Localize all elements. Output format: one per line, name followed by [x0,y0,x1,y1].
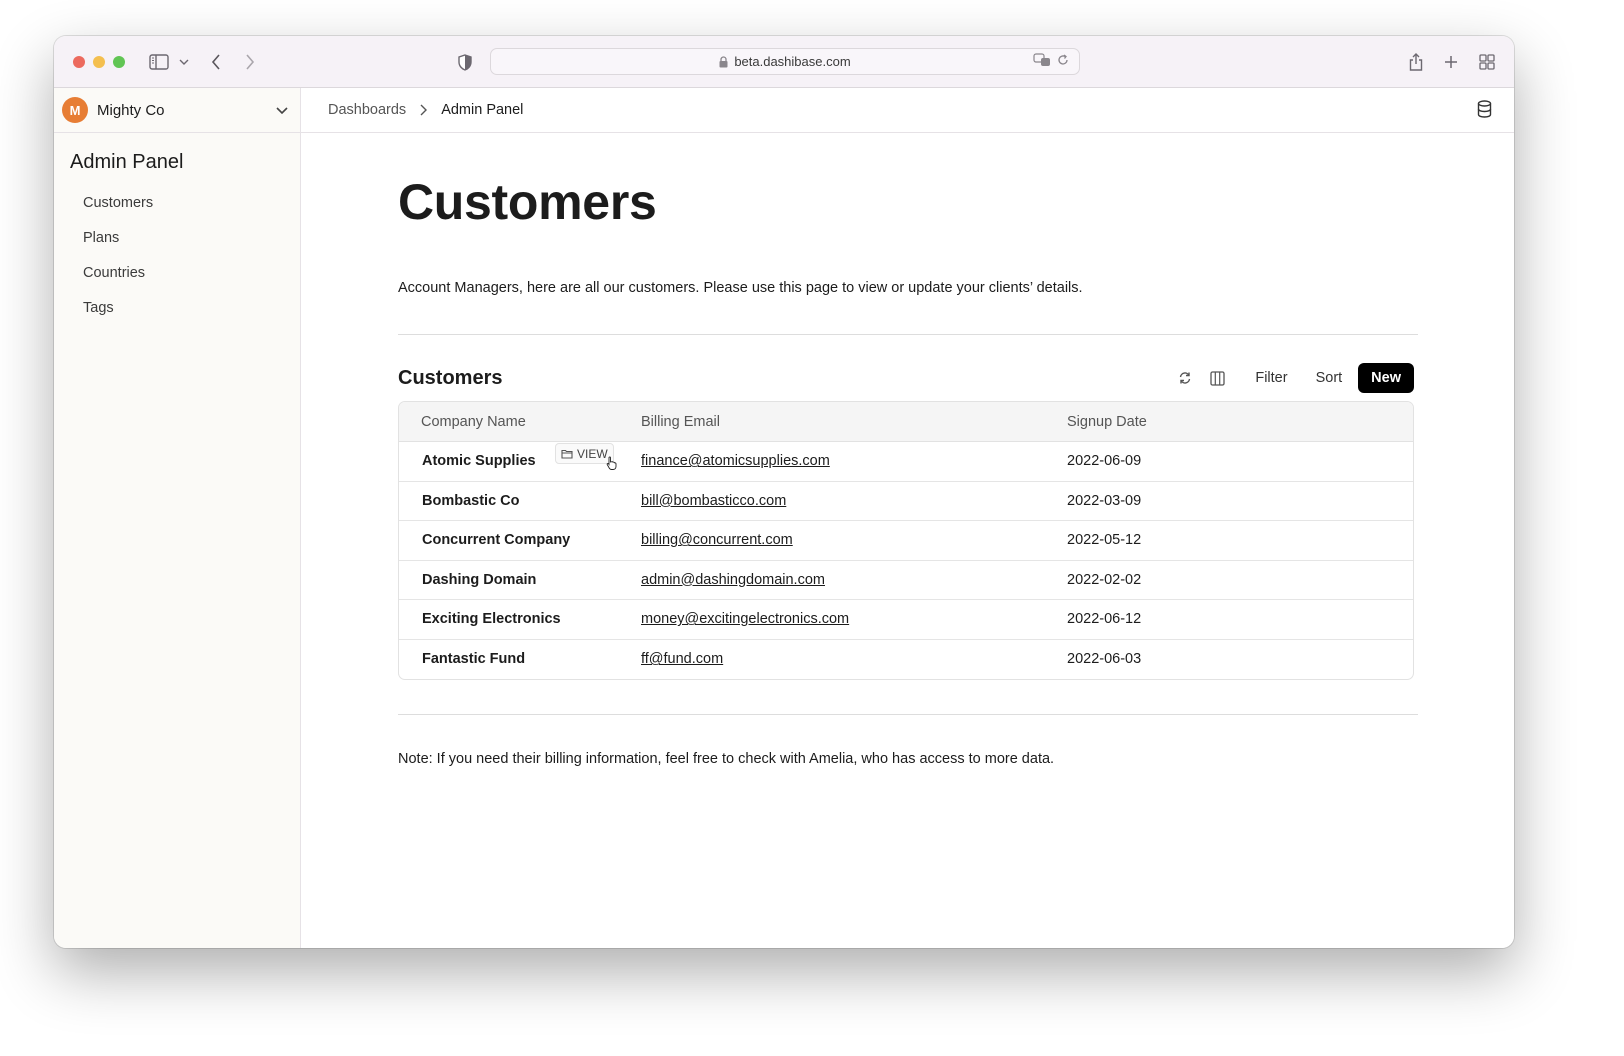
column-header-signup-date[interactable]: Signup Date [1067,414,1413,430]
chevron-down-icon[interactable] [276,106,288,114]
view-label: VIEW [577,446,608,461]
billing-email-link[interactable]: ff@fund.com [641,651,723,667]
sidebar-item-plans[interactable]: Plans [54,221,300,256]
customers-table: Company Name Billing Email Signup Date A… [398,401,1414,680]
folder-icon [561,449,573,459]
main-content: Dashboards Admin Panel Customers Account… [301,88,1514,948]
view-record-button[interactable]: VIEW [555,443,614,465]
signup-date: 2022-03-09 [1067,492,1142,509]
signup-date: 2022-06-09 [1067,453,1142,470]
chevron-down-icon[interactable] [178,50,190,74]
billing-email-link[interactable]: finance@atomicsupplies.com [641,453,830,469]
chevron-right-icon [420,104,428,116]
browser-toolbar: beta.dashibase.com [54,36,1514,88]
privacy-shield-icon[interactable] [457,50,473,74]
columns-icon[interactable] [1210,370,1225,386]
divider [398,714,1418,715]
workspace-avatar: M [62,97,88,123]
new-button[interactable]: New [1358,363,1414,393]
table-row[interactable]: Concurrent Company billing@concurrent.co… [399,521,1413,561]
table-row[interactable]: Atomic Supplies VIEW finance@atomicsuppl… [399,442,1413,482]
sort-button[interactable]: Sort [1316,370,1343,386]
company-name: Exciting Electronics [422,611,561,628]
table-row[interactable]: Exciting Electronics money@excitingelect… [399,600,1413,640]
new-tab-icon[interactable] [1443,50,1459,74]
url-text: beta.dashibase.com [734,54,851,69]
back-icon[interactable] [209,50,223,74]
table-toolbar: Filter Sort New [1160,363,1414,393]
column-header-email[interactable]: Billing Email [641,414,1067,430]
address-bar[interactable]: beta.dashibase.com [490,48,1080,75]
page-content: Customers Account Managers, here are all… [398,133,1418,767]
sidebar-toggle-icon[interactable] [148,50,170,74]
lock-icon [719,55,728,68]
sidebar: M Mighty Co Admin Panel Customers Plans … [54,88,301,948]
reload-icon[interactable] [1057,54,1069,69]
company-name: Atomic Supplies [422,453,536,470]
company-name: Concurrent Company [422,532,571,549]
signup-date: 2022-06-03 [1067,651,1142,668]
breadcrumb: Dashboards Admin Panel [301,88,1514,133]
tab-overview-icon[interactable] [1479,50,1495,74]
maximize-window-button[interactable] [113,56,125,68]
browser-window: beta.dashibase.com M Mighty Co Admin Pan… [54,36,1514,948]
billing-email-link[interactable]: money@excitingelectronics.com [641,611,849,627]
billing-email-link[interactable]: bill@bombasticco.com [641,493,786,509]
billing-email-link[interactable]: billing@concurrent.com [641,532,793,548]
table-row[interactable]: Dashing Domain admin@dashingdomain.com 2… [399,561,1413,600]
page-note: Note: If you need their billing informat… [398,751,1055,767]
table-header-row: Company Name Billing Email Signup Date [399,402,1413,442]
divider [398,334,1418,335]
sidebar-item-customers[interactable]: Customers [54,186,300,221]
page-intro: Account Managers, here are all our custo… [398,280,1083,296]
minimize-window-button[interactable] [93,56,105,68]
sidebar-item-countries[interactable]: Countries [54,256,300,291]
breadcrumb-dashboards[interactable]: Dashboards [328,102,406,118]
signup-date: 2022-06-12 [1067,611,1142,628]
table-row[interactable]: Bombastic Co bill@bombasticco.com 2022-0… [399,482,1413,521]
billing-email-link[interactable]: admin@dashingdomain.com [641,572,825,588]
filter-button[interactable]: Filter [1255,370,1287,386]
table-header-bar: Customers Filter Sort New [398,363,1418,393]
company-name: Bombastic Co [422,492,520,509]
signup-date: 2022-05-12 [1067,532,1142,549]
sidebar-nav: Customers Plans Countries Tags [54,186,300,326]
refresh-icon[interactable] [1178,371,1192,385]
signup-date: 2022-02-02 [1067,571,1142,588]
table-row[interactable]: Fantastic Fund ff@fund.com 2022-06-03 [399,640,1413,680]
sidebar-title: Admin Panel [70,151,184,173]
company-name: Dashing Domain [422,571,537,588]
workspace-switcher[interactable]: M Mighty Co [54,88,300,133]
breadcrumb-current: Admin Panel [441,102,524,118]
page-title: Customers [398,174,657,230]
company-name: Fantastic Fund [422,651,526,668]
close-window-button[interactable] [73,56,85,68]
column-header-company[interactable]: Company Name [399,414,641,430]
share-icon[interactable] [1408,50,1424,74]
table-title: Customers [398,366,503,389]
forward-icon[interactable] [243,50,257,74]
pointer-cursor-icon [606,456,618,474]
sidebar-item-tags[interactable]: Tags [54,291,300,326]
translate-icon[interactable] [1033,53,1051,70]
workspace-name: Mighty Co [97,101,165,119]
database-icon[interactable] [1477,100,1492,122]
